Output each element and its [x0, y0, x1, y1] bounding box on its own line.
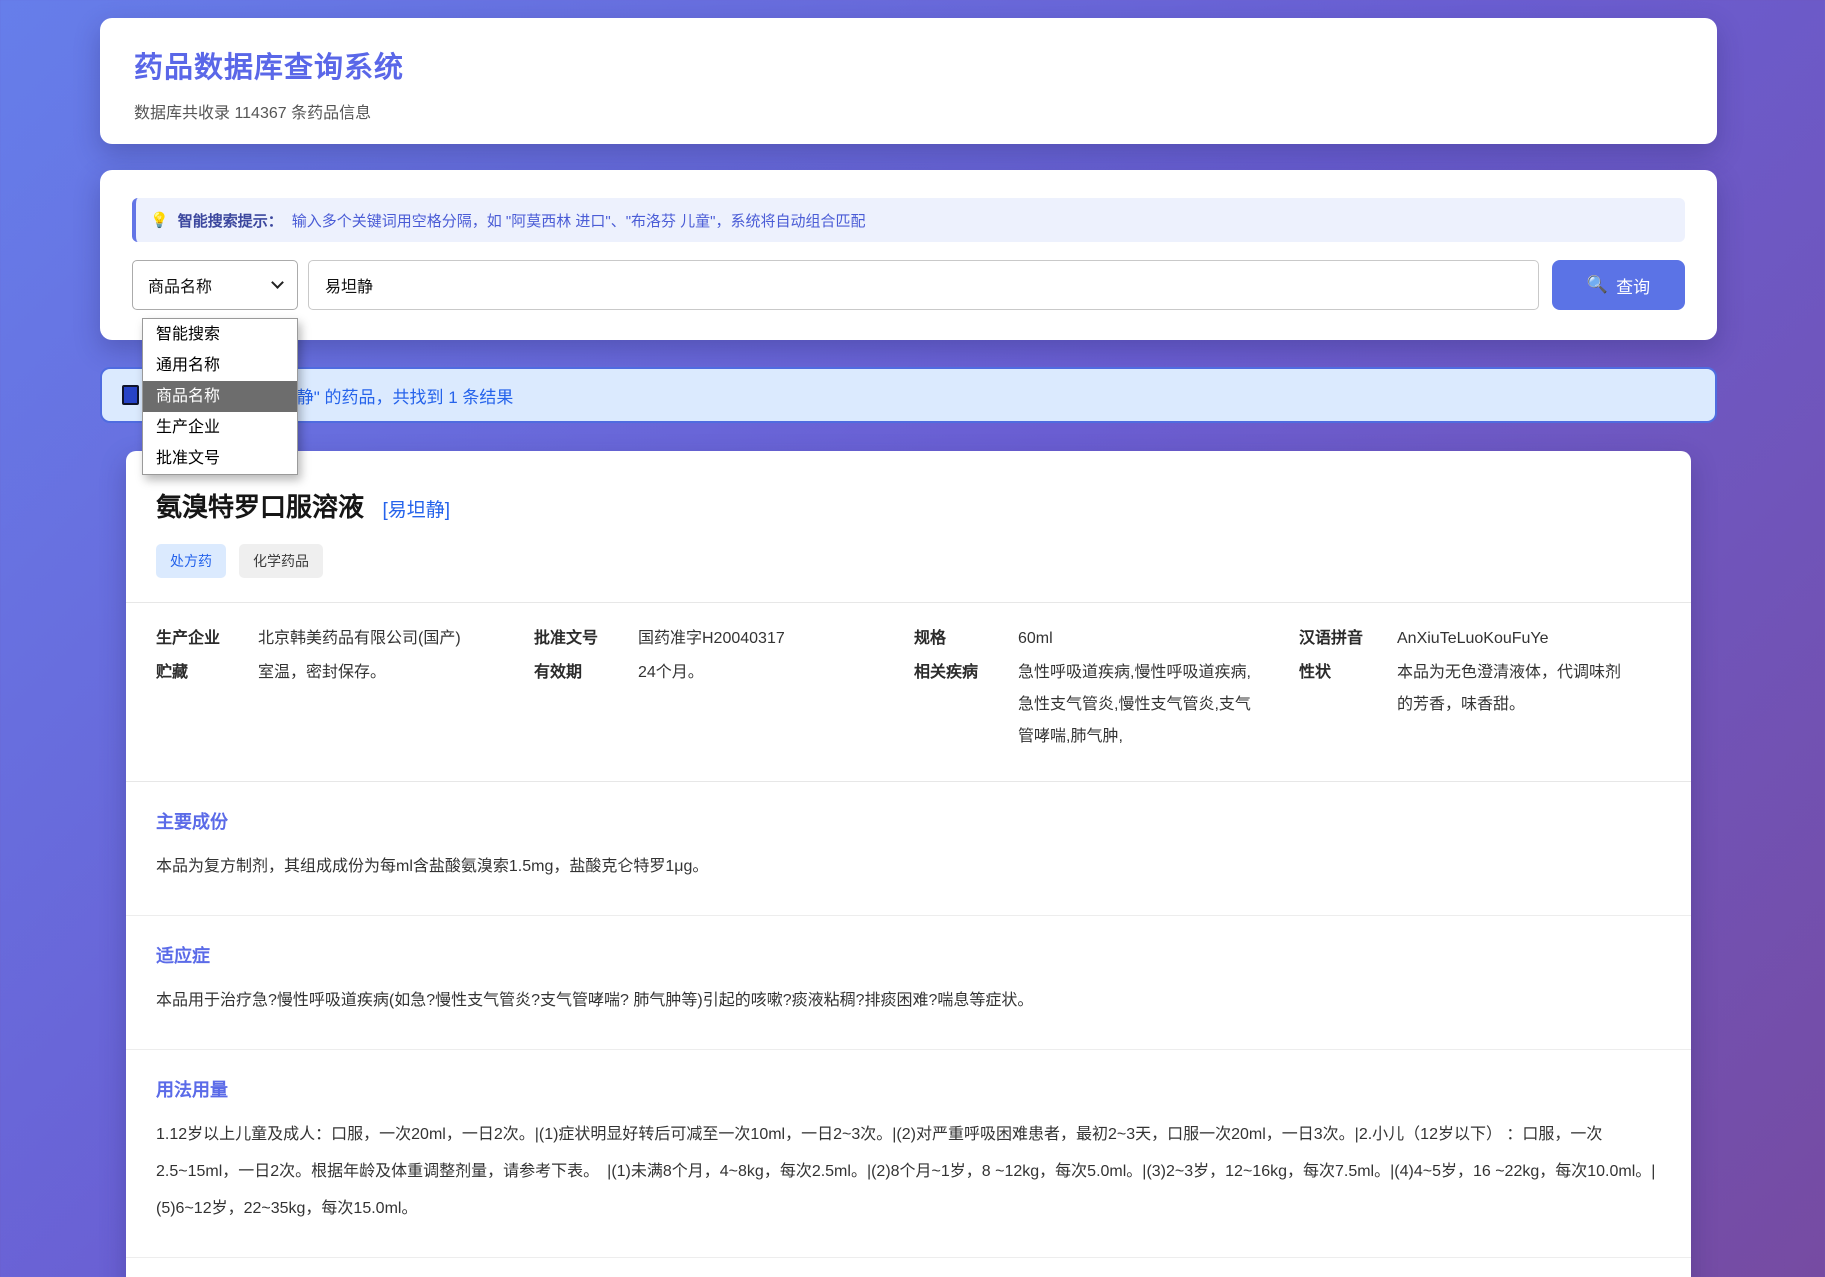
section-body: 本品为复方制剂，其组成成份为每ml含盐酸氨溴索1.5mg，盐酸克仑特罗1μg。	[156, 848, 1661, 885]
section-dosage: 用法用量 1.12岁以上儿童及成人：口服，一次20ml，一日2次。|(1)症状明…	[126, 1050, 1691, 1258]
magnifier-icon: 🔍	[1587, 275, 1608, 295]
field-label: 规格	[914, 623, 1018, 655]
select-value: 商品名称	[148, 273, 212, 297]
field-label: 生产企业	[156, 623, 258, 655]
search-button[interactable]: 🔍 查询	[1552, 260, 1685, 310]
drug-header: 氨溴特罗口服溶液 [易坦静] 处方药 化学药品	[126, 487, 1691, 578]
search-button-label: 查询	[1616, 273, 1650, 298]
dropdown-option-smart-search[interactable]: 智能搜索	[143, 319, 297, 350]
field-value: 北京韩美药品有限公司(国产)	[258, 623, 534, 655]
drug-detail-card: 氨溴特罗口服溶液 [易坦静] 处方药 化学药品 生产企业 北京韩美药品有限公司(…	[126, 451, 1691, 1277]
field-label: 有效期	[534, 657, 638, 689]
dropdown-option-approval-number[interactable]: 批准文号	[143, 443, 297, 474]
section-heading: 用法用量	[156, 1076, 1661, 1102]
field-value: 24个月。	[638, 657, 914, 689]
section-heading: 主要成份	[156, 808, 1661, 834]
clipboard-icon	[122, 385, 139, 405]
section-main-ingredients: 主要成份 本品为复方制剂，其组成成份为每ml含盐酸氨溴索1.5mg，盐酸克仑特罗…	[126, 782, 1691, 916]
page-container: 药品数据库查询系统 数据库共收录 114367 条药品信息 💡 智能搜索提示： …	[100, 0, 1717, 1277]
section-body: 本品用于治疗急?慢性呼吸道疾病(如急?慢性支气管炎?支气管哮喘? 肺气肿等)引起…	[156, 982, 1661, 1019]
search-field-dropdown: 智能搜索 通用名称 商品名称 生产企业 批准文号	[142, 318, 298, 475]
section-adverse-reactions: 不良反应 1.精神神经系统：偶见头痛手颤嗜睡不安头晕失眠四肢麻木等。|2.循环系…	[126, 1258, 1691, 1277]
field-value: 国药准字H20040317	[638, 623, 914, 655]
field-label: 汉语拼音	[1299, 623, 1397, 655]
drug-trade-name: [易坦静]	[382, 500, 450, 521]
dropdown-option-generic-name[interactable]: 通用名称	[143, 350, 297, 381]
drug-name: 氨溴特罗口服溶液	[156, 492, 364, 522]
field-label: 性状	[1299, 657, 1397, 689]
section-heading: 适应症	[156, 942, 1661, 968]
field-value: 60ml	[1018, 623, 1299, 655]
field-value: AnXiuTeLuoKouFuYe	[1397, 623, 1661, 655]
dropdown-option-trade-name[interactable]: 商品名称	[143, 381, 297, 412]
search-row: 商品名称 🔍 查询	[132, 260, 1685, 310]
chevron-down-icon	[271, 276, 284, 289]
field-label: 相关疾病	[914, 657, 1018, 689]
lightbulb-icon: 💡	[150, 211, 169, 229]
field-value: 室温，密封保存。	[258, 657, 534, 689]
search-card: 💡 智能搜索提示： 输入多个关键词用空格分隔，如 "阿莫西林 进口"、"布洛芬 …	[100, 170, 1717, 340]
drug-info-grid: 生产企业 北京韩美药品有限公司(国产) 批准文号 国药准字H20040317 规…	[126, 602, 1691, 782]
section-indications: 适应症 本品用于治疗急?慢性呼吸道疾病(如急?慢性支气管炎?支气管哮喘? 肺气肿…	[126, 916, 1691, 1050]
page-title: 药品数据库查询系统	[134, 44, 1683, 86]
section-body: 1.12岁以上儿童及成人：口服，一次20ml，一日2次。|(1)症状明显好转后可…	[156, 1116, 1661, 1227]
smart-search-hint: 💡 智能搜索提示： 输入多个关键词用空格分隔，如 "阿莫西林 进口"、"布洛芬 …	[132, 198, 1685, 242]
hint-text: 输入多个关键词用空格分隔，如 "阿莫西林 进口"、"布洛芬 儿童"，系统将自动组…	[292, 210, 866, 231]
header-card: 药品数据库查询系统 数据库共收录 114367 条药品信息	[100, 18, 1717, 144]
field-value: 本品为无色澄清液体，代调味剂的芳香，味香甜。	[1397, 657, 1661, 721]
field-value: 急性呼吸道疾病,慢性呼吸道疾病,急性支气管炎,慢性支气管炎,支气管哮喘,肺气肿,	[1018, 657, 1299, 753]
dropdown-option-manufacturer[interactable]: 生产企业	[143, 412, 297, 443]
tag-prescription: 处方药	[156, 544, 226, 578]
search-input[interactable]	[308, 260, 1539, 310]
hint-label: 智能搜索提示：	[178, 210, 283, 231]
results-banner: 查询商品名称 "易坦静" 的药品，共找到 1 条结果	[100, 367, 1717, 423]
field-label: 批准文号	[534, 623, 638, 655]
tag-chemical: 化学药品	[239, 544, 323, 578]
drug-tags: 处方药 化学药品	[156, 544, 1661, 578]
field-label: 贮藏	[156, 657, 258, 689]
search-field-select[interactable]: 商品名称	[132, 260, 298, 310]
database-count-subtitle: 数据库共收录 114367 条药品信息	[134, 99, 1683, 123]
